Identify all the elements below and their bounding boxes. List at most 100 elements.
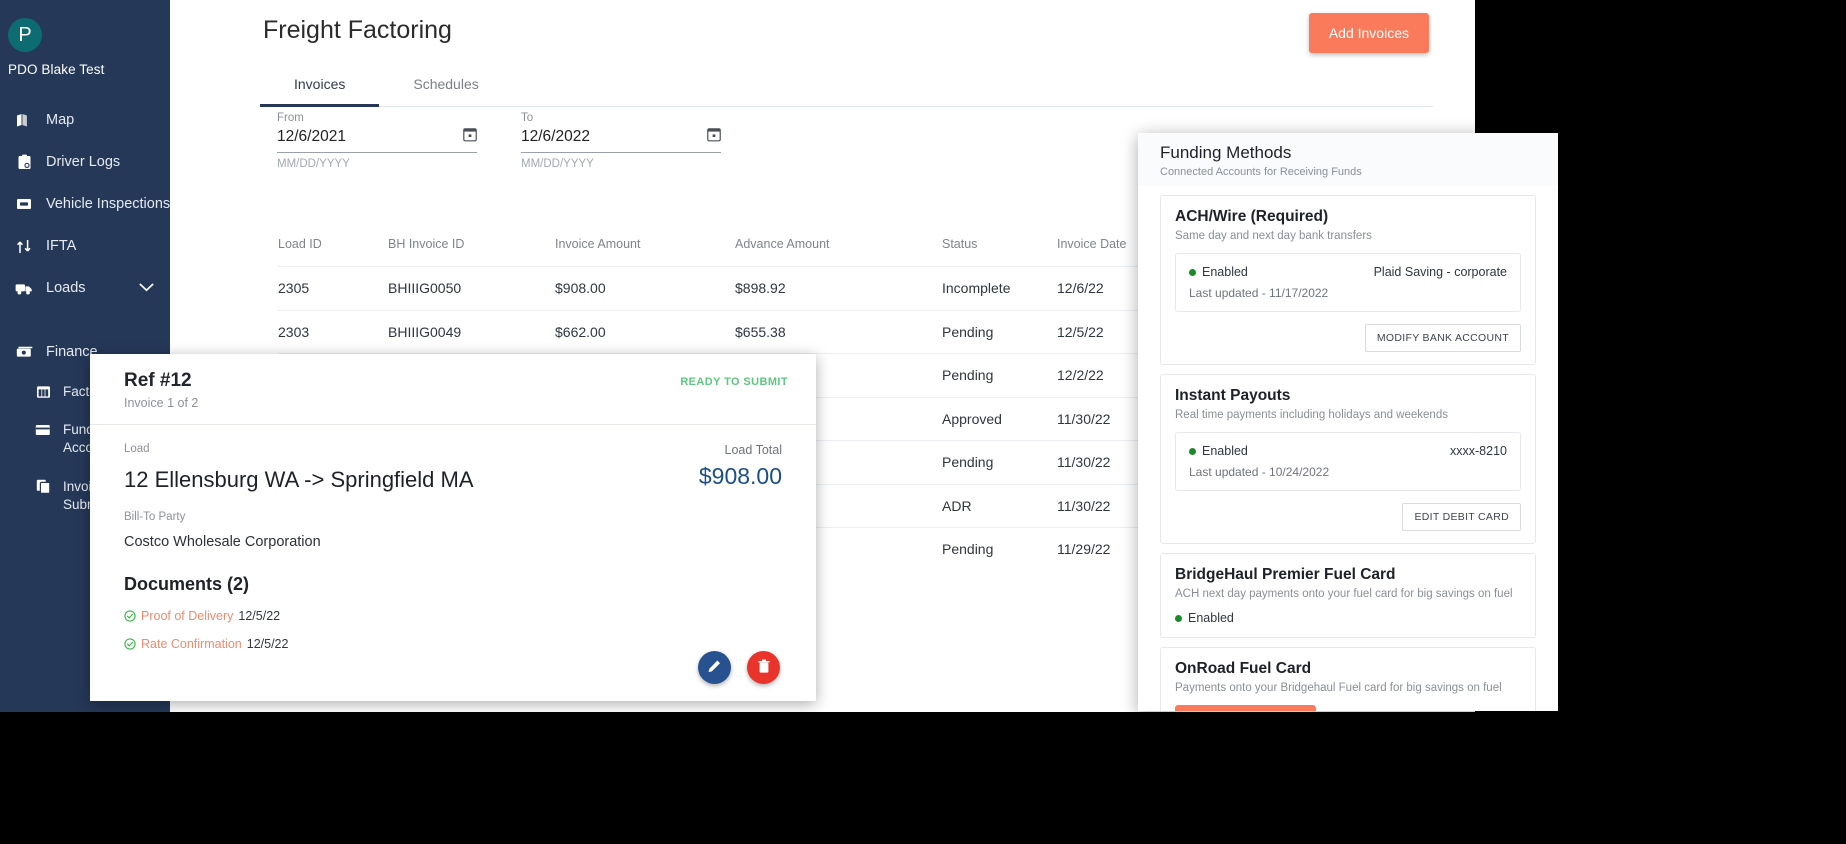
sidebar-item-loads[interactable]: Loads — [0, 267, 170, 309]
funding-account-left: Enabled Last updated - 10/24/2022 — [1189, 444, 1329, 479]
invoice-card-body: Load Load Total $908.00 12 Ellensburg WA… — [90, 425, 816, 651]
column-header-status: Status — [942, 237, 978, 251]
status-dot-icon — [1189, 447, 1196, 455]
cell-bh-invoice-id: BHIIIG0049 — [388, 323, 462, 340]
cell-load-id: 2303 — [278, 323, 310, 340]
column-header-bh-invoice-id: BH Invoice ID — [388, 237, 465, 251]
funding-status: Enabled — [1175, 611, 1521, 625]
funding-action-row: MODIFY BANK ACCOUNT — [1175, 324, 1521, 352]
calendar-icon[interactable] — [463, 127, 477, 147]
invoice-counter: Invoice 1 of 2 — [124, 396, 199, 410]
funding-section-title: OnRoad Fuel Card — [1175, 660, 1312, 677]
page-title: Freight Factoring — [263, 16, 452, 44]
document-icon — [34, 479, 52, 495]
to-date-field[interactable]: To 12/6/2022 MM/DD/YYYY — [521, 112, 721, 170]
funding-section-premier-fuel-card: BridgeHaul Premier Fuel Card ACH next da… — [1160, 553, 1536, 638]
modify-bank-account-button[interactable]: MODIFY BANK ACCOUNT — [1364, 324, 1521, 352]
ifta-icon — [14, 237, 34, 255]
funding-status-label: Enabled — [1188, 611, 1234, 625]
funding-section-ach-wire: ACH/Wire (Required) Same day and next da… — [1160, 195, 1536, 365]
sidebar-item-driver-logs[interactable]: Driver Logs — [0, 141, 170, 183]
document-date: 12/5/22 — [238, 609, 281, 623]
status-badge: READY TO SUBMIT — [680, 376, 788, 388]
funding-status: Enabled — [1189, 444, 1329, 458]
edit-debit-card-button[interactable]: EDIT DEBIT CARD — [1402, 503, 1521, 531]
sidebar-item-label: Driver Logs — [46, 154, 121, 170]
funding-section-instant-payouts: Instant Payouts Real time payments inclu… — [1160, 374, 1536, 544]
status-dot-icon — [1189, 268, 1196, 276]
tab-bar: Invoices Schedules — [260, 62, 1433, 107]
delete-invoice-button[interactable] — [747, 651, 780, 684]
screen-root: P PDO Blake Test Map Driver Logs Vehicle… — [0, 0, 1846, 844]
sidebar-item-label: Map — [46, 112, 75, 128]
funding-panel-header: Funding Methods Connected Accounts for R… — [1138, 133, 1558, 186]
check-circle-icon — [124, 610, 136, 622]
sidebar-item-map[interactable]: Map — [0, 99, 170, 141]
document-date: 12/5/22 — [246, 637, 289, 651]
cell-status: Pending — [942, 541, 994, 558]
avatar: P — [8, 18, 42, 52]
to-date-hint: MM/DD/YYYY — [521, 158, 594, 170]
map-icon — [14, 111, 34, 129]
funding-account-left: Enabled Last updated - 11/17/2022 — [1189, 265, 1328, 300]
invoice-detail-card: Ref #12 Invoice 1 of 2 READY TO SUBMIT L… — [90, 354, 816, 701]
to-date-label: To — [521, 112, 534, 124]
sidebar-item-label: IFTA — [46, 238, 77, 254]
funding-panel-body: ACH/Wire (Required) Same day and next da… — [1138, 195, 1558, 711]
funding-panel-subtitle: Connected Accounts for Receiving Funds — [1160, 166, 1362, 178]
load-route: 12 Ellensburg WA -> Springfield MA — [124, 467, 474, 492]
edit-invoice-button[interactable] — [698, 651, 731, 684]
load-total-label: Load Total — [724, 443, 782, 457]
table-icon — [34, 384, 52, 400]
to-date-value: 12/6/2022 — [521, 128, 590, 145]
add-invoices-button[interactable]: Add Invoices — [1308, 13, 1429, 53]
sidebar-item-label: Loads — [46, 280, 86, 296]
document-name[interactable]: Rate Confirmation — [141, 637, 242, 651]
pencil-icon — [707, 659, 722, 677]
funding-section-title: ACH/Wire (Required) — [1175, 208, 1329, 225]
cell-invoice-amount: $908.00 — [555, 280, 606, 297]
funding-section-subtitle: Real time payments including holidays an… — [1175, 409, 1448, 421]
sidebar-item-vehicle-inspections[interactable]: Vehicle Inspections — [0, 183, 170, 225]
funding-updated: Last updated - 11/17/2022 — [1189, 286, 1329, 300]
to-date-input[interactable]: 12/6/2022 — [521, 127, 721, 153]
check-circle-icon — [124, 638, 136, 650]
document-name[interactable]: Proof of Delivery — [141, 609, 233, 623]
sidebar-item-ifta[interactable]: IFTA — [0, 225, 170, 267]
load-total-value: $908.00 — [698, 463, 782, 489]
billto-label: Bill-To Party — [124, 511, 186, 523]
funding-account-box: Enabled Last updated - 10/24/2022 xxxx-8… — [1175, 432, 1521, 491]
cell-status: ADR — [942, 497, 972, 514]
apply-for-mastercard-button[interactable]: Apply for Mastercard — [1175, 705, 1317, 711]
funding-status-label: Enabled — [1202, 265, 1248, 279]
cell-advance-amount: $898.92 — [735, 280, 786, 297]
document-item[interactable]: Rate Confirmation 12/5/22 — [124, 637, 782, 651]
sidebar-header: P PDO Blake Test — [0, 0, 170, 77]
money-icon — [14, 343, 34, 361]
chevron-down-icon[interactable] — [139, 280, 154, 296]
sidebar-item-label: Vehicle Inspections — [46, 196, 171, 212]
document-item[interactable]: Proof of Delivery 12/5/22 — [124, 609, 782, 623]
cell-advance-amount: $655.38 — [735, 323, 786, 340]
cell-invoice-amount: $662.00 — [555, 323, 606, 340]
funding-section-subtitle: ACH next day payments onto your fuel car… — [1175, 588, 1513, 600]
load-total: Load Total $908.00 — [699, 443, 782, 490]
cell-load-id: 2305 — [278, 280, 310, 297]
load-label: Load — [124, 443, 150, 455]
funding-status: Enabled — [1189, 265, 1328, 279]
column-header-invoice-amount: Invoice Amount — [555, 237, 641, 251]
calendar-icon[interactable] — [707, 127, 721, 147]
invoice-card-actions — [698, 651, 780, 684]
from-date-label: From — [277, 112, 304, 124]
clipboard-icon — [14, 153, 34, 171]
funding-account-box: Enabled Last updated - 11/17/2022 Plaid … — [1175, 253, 1521, 312]
from-date-input[interactable]: 12/6/2021 — [277, 127, 477, 153]
inspection-icon — [14, 195, 34, 213]
from-date-field[interactable]: From 12/6/2021 MM/DD/YYYY — [277, 112, 477, 170]
tab-schedules[interactable]: Schedules — [379, 62, 512, 106]
column-header-load-id: Load ID — [278, 237, 322, 251]
funding-section-title: Instant Payouts — [1175, 387, 1291, 404]
cell-status: Pending — [942, 454, 994, 471]
tab-invoices[interactable]: Invoices — [260, 62, 380, 107]
funding-panel-title: Funding Methods — [1160, 143, 1292, 162]
